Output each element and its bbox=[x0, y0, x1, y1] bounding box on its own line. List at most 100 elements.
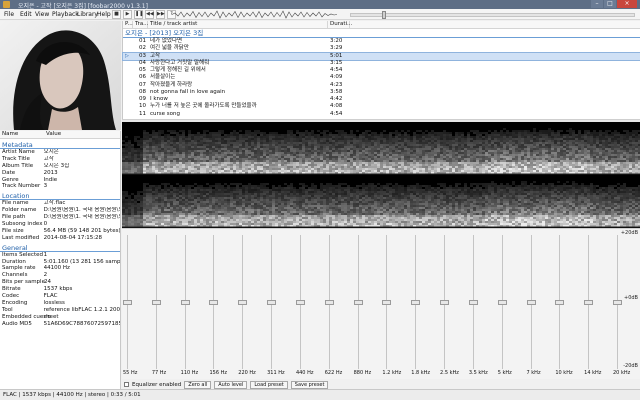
spectrogram-cell bbox=[215, 207, 218, 209]
property-row[interactable]: Audio MD551A6D69C78876072597185 56FC0 bbox=[0, 321, 120, 328]
spectrogram-cell bbox=[206, 183, 209, 185]
property-row[interactable]: Encoding lossless bbox=[0, 300, 120, 307]
property-row[interactable]: File pathD:\음원\음원\1. 국내 음원\음원\오지은 3집\고작.… bbox=[0, 214, 120, 221]
property-row[interactable]: Channels 2 bbox=[0, 272, 120, 279]
property-row[interactable]: Duration5:01.160 (13 281 156 samples) bbox=[0, 259, 120, 266]
track-row[interactable]: 07 작아졌을게 하라랑 4:23 bbox=[123, 82, 640, 89]
property-row[interactable]: Artist Name 오지은 bbox=[0, 149, 120, 156]
property-row[interactable]: Last modified 2014-08-04 17:15:28 bbox=[0, 235, 120, 242]
spectrogram-cell bbox=[215, 144, 218, 146]
spectrogram-cell bbox=[365, 144, 368, 146]
spectrogram-cell bbox=[257, 215, 260, 217]
property-row[interactable]: Items Selected 1 bbox=[0, 252, 120, 259]
track-row[interactable]: 08 not gonna fall in love again 3:58 bbox=[123, 89, 640, 96]
waveform-seekbar[interactable] bbox=[172, 10, 337, 19]
spectrogram-cell bbox=[584, 166, 587, 168]
spectrogram-cell bbox=[521, 146, 524, 148]
property-row[interactable]: Folder nameD:\음원\음원\1. 국내 음원\음원\오지은 3집 bbox=[0, 207, 120, 214]
track-row[interactable]: ▷ 03 고작 5:01 bbox=[122, 51, 640, 61]
menu-playback[interactable]: Playback bbox=[52, 11, 79, 18]
property-row[interactable]: Album Title 오지은 3집 bbox=[0, 163, 120, 170]
spectrogram-cell bbox=[404, 152, 407, 154]
menu-help[interactable]: Help bbox=[97, 11, 111, 18]
spectrogram-cell bbox=[536, 162, 539, 164]
property-row[interactable]: Embedded cuesheet no bbox=[0, 314, 120, 321]
spectrogram-cell bbox=[308, 158, 311, 160]
spectrogram-cell bbox=[320, 152, 323, 154]
property-row[interactable]: Track Title 고작 bbox=[0, 156, 120, 163]
close-button[interactable]: × bbox=[617, 0, 637, 8]
column-name[interactable]: Name bbox=[0, 131, 44, 138]
spectrogram-cell bbox=[374, 170, 377, 172]
spectrogram-cell bbox=[548, 132, 551, 134]
spectrogram-cell bbox=[476, 130, 479, 132]
album-group-header[interactable]: 오지은 - [2013] 오지은 3집 bbox=[123, 29, 640, 38]
spectrogram-cell bbox=[377, 164, 380, 166]
spectrogram-cell bbox=[164, 160, 167, 162]
stop-button[interactable]: ■ bbox=[112, 10, 121, 19]
volume-seek-bar[interactable] bbox=[350, 11, 635, 19]
spectrogram-cell bbox=[128, 150, 131, 152]
track-row[interactable]: 02 여긴 넓을 까닭만 3:29 bbox=[123, 45, 640, 52]
spectrogram-cell bbox=[377, 142, 380, 144]
spectrogram-cell bbox=[293, 215, 296, 217]
spectrogram-cell bbox=[446, 164, 449, 166]
play-button[interactable]: ▶ bbox=[123, 10, 132, 19]
property-row[interactable]: Codec FLAC bbox=[0, 293, 120, 300]
column-track-no[interactable]: Tra... bbox=[133, 21, 148, 28]
maximize-button[interactable]: □ bbox=[604, 0, 616, 8]
property-row[interactable]: Bitrate 1537 kbps bbox=[0, 286, 120, 293]
property-row[interactable]: File size 56.4 MB (59 148 201 bytes) bbox=[0, 228, 120, 235]
spectrogram-cell bbox=[179, 223, 182, 225]
spectrogram-cell bbox=[611, 154, 614, 156]
spectrogram-cell bbox=[581, 162, 584, 164]
spectrogram-cell bbox=[398, 158, 401, 160]
property-row[interactable]: Track Number 3 bbox=[0, 183, 120, 190]
property-row[interactable]: Subsong index 0 bbox=[0, 221, 120, 228]
spectrogram-cell bbox=[230, 140, 233, 142]
spectrogram-cell bbox=[359, 134, 362, 136]
menu-view[interactable]: View bbox=[35, 11, 49, 18]
spectrogram-cell bbox=[236, 170, 239, 172]
property-row[interactable]: Toolreference libFLAC 1.2.1 20070917 bbox=[0, 307, 120, 314]
spectrogram-cell bbox=[248, 160, 251, 162]
track-row[interactable]: 05 그렇게 정해진 길 위에서 4:54 bbox=[123, 67, 640, 74]
track-row[interactable]: 11 curse song 4:54 bbox=[123, 111, 640, 118]
spectrogram-cell bbox=[149, 154, 152, 156]
spectrogram-cell bbox=[563, 136, 566, 138]
minimize-button[interactable]: – bbox=[591, 0, 603, 8]
spectrogram-cell bbox=[374, 164, 377, 166]
spectrogram-cell bbox=[332, 140, 335, 142]
property-row[interactable]: Sample rate 44100 Hz bbox=[0, 265, 120, 272]
spectrogram-cell bbox=[293, 134, 296, 136]
column-title[interactable]: Title / track artist bbox=[148, 21, 328, 28]
spectrogram-cell bbox=[206, 193, 209, 195]
track-row[interactable]: 10 누가 너를 저 높은 곳에 올라가도록 만들었을까 4:08 bbox=[123, 103, 640, 110]
menu-file[interactable]: File bbox=[4, 11, 14, 18]
spectrogram-cell bbox=[512, 144, 515, 146]
pause-button[interactable]: ❚❚ bbox=[134, 10, 143, 19]
spectrogram-cell bbox=[536, 166, 539, 168]
menu-edit[interactable]: Edit bbox=[20, 11, 32, 18]
property-row[interactable]: Genre Indie bbox=[0, 177, 120, 184]
menu-library[interactable]: Library bbox=[77, 11, 98, 18]
spectrogram-cell bbox=[266, 146, 269, 148]
property-row[interactable]: Bits per sample 24 bbox=[0, 279, 120, 286]
track-title: 여긴 넓을 까닭만 bbox=[150, 45, 189, 52]
seek-handle[interactable] bbox=[382, 11, 387, 19]
property-row[interactable]: File name 고작.flac bbox=[0, 200, 120, 207]
spectrogram-cell bbox=[176, 164, 179, 166]
track-row[interactable]: 01 네가 없었다면 3:20 bbox=[123, 38, 640, 45]
column-playing[interactable]: P... bbox=[123, 21, 133, 28]
spectrogram-cell bbox=[272, 223, 275, 225]
next-button[interactable]: ▶▶ bbox=[156, 10, 165, 19]
track-row[interactable]: 04 사랑한다고 거짓말 말해줘 3:15 bbox=[123, 60, 640, 67]
property-row[interactable]: Date 2013 bbox=[0, 170, 120, 177]
spectrogram-cell bbox=[452, 152, 455, 154]
column-duration[interactable]: Durati... bbox=[328, 21, 352, 28]
previous-button[interactable]: ◀◀ bbox=[145, 10, 154, 19]
spectrogram-cell bbox=[137, 217, 140, 219]
track-row[interactable]: 06 서울살이는 4:09 bbox=[123, 74, 640, 81]
spectrogram-cell bbox=[173, 144, 176, 146]
column-value[interactable]: Value bbox=[44, 131, 61, 138]
